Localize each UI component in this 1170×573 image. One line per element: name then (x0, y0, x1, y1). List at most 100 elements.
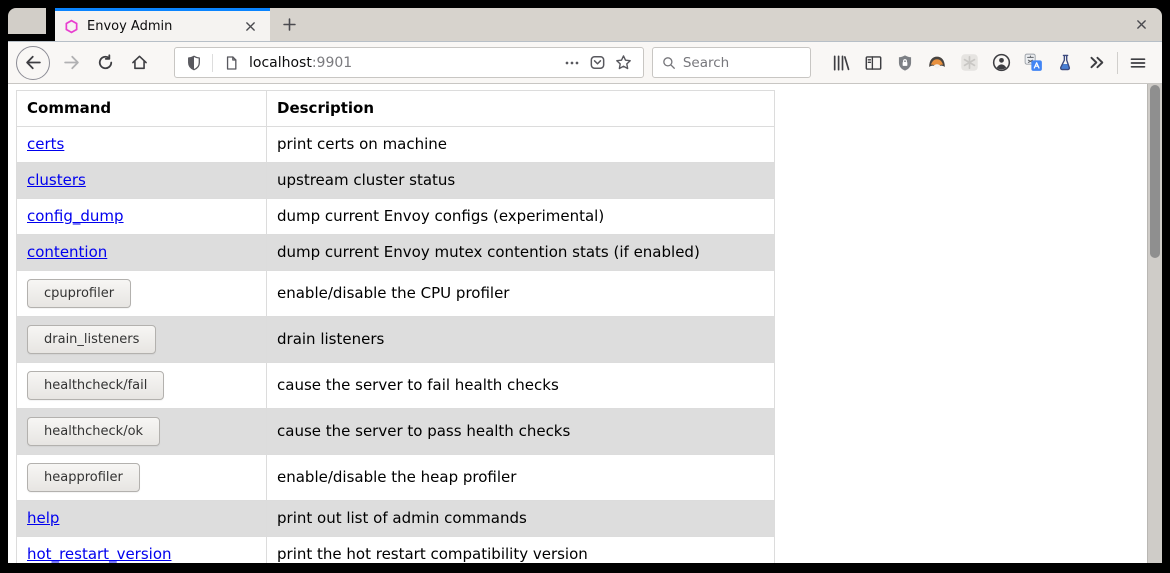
home-button[interactable] (126, 50, 152, 76)
command-link[interactable]: help (27, 509, 59, 527)
url-host: localhost (249, 55, 312, 71)
extension-disabled-icon (960, 53, 979, 72)
translate-button[interactable] (1019, 49, 1047, 77)
flask-button[interactable] (1051, 49, 1079, 77)
command-link[interactable]: contention (27, 243, 107, 261)
translate-icon (1024, 53, 1043, 72)
command-button[interactable]: drain_listeners (27, 325, 156, 354)
page-content: CommandDescription certs print certs on m… (8, 84, 1162, 563)
url-bar[interactable]: localhost:9901 (174, 47, 644, 78)
command-button[interactable]: healthcheck/fail (27, 371, 164, 400)
tab-title: Envoy Admin (87, 19, 231, 34)
back-button[interactable] (16, 46, 50, 80)
command-link[interactable]: hot_restart_version (27, 545, 172, 563)
toolbar-separator (1117, 52, 1118, 74)
envoy-hexagon-icon (64, 19, 79, 34)
command-button[interactable]: healthcheck/ok (27, 417, 160, 446)
bookmark-star-button[interactable] (613, 52, 635, 74)
description-cell: print out list of admin commands (267, 501, 775, 537)
command-cell: healthcheck/fail (17, 363, 267, 409)
url-port: :9901 (312, 55, 352, 71)
command-cell: healthcheck/ok (17, 409, 267, 455)
home-icon (131, 54, 148, 71)
urlbar-left-icons (183, 52, 242, 74)
column-header: Command (17, 91, 267, 127)
table-row: clustersupstream cluster status (17, 163, 775, 199)
divider (212, 54, 213, 72)
new-tab-button[interactable] (278, 14, 300, 36)
menu-icon (1129, 55, 1147, 71)
description-cell: enable/disable the heap profiler (267, 455, 775, 501)
page-button[interactable] (220, 52, 242, 74)
pocket-button[interactable] (587, 52, 609, 74)
command-cell: help (17, 501, 267, 537)
table-row: help print out list of admin commands (17, 501, 775, 537)
extension-disabled-button[interactable] (955, 49, 983, 77)
command-button[interactable]: cpuprofiler (27, 279, 131, 308)
plus-icon (282, 17, 297, 32)
browser-tab-envoy-admin[interactable]: Envoy Admin (55, 8, 270, 41)
scrollbar-thumb[interactable] (1150, 85, 1160, 258)
tab-close-button[interactable] (239, 15, 261, 37)
command-cell: drain_listeners (17, 317, 267, 363)
description-cell: drain listeners (267, 317, 775, 363)
description-cell: dump current Envoy configs (experimental… (267, 199, 775, 235)
vertical-scrollbar[interactable] (1147, 84, 1162, 563)
search-input[interactable] (683, 55, 801, 71)
toolbar-icon-group (827, 49, 1111, 77)
table-row: drain_listeners drain listeners (17, 317, 775, 363)
sidebar-icon (864, 54, 883, 72)
search-box[interactable] (652, 47, 811, 78)
shield-lock-icon (896, 54, 914, 72)
nav-button-group (16, 46, 152, 80)
forward-button[interactable] (58, 50, 84, 76)
command-cell: cpuprofiler (17, 271, 267, 317)
command-button[interactable]: heapprofiler (27, 463, 140, 492)
titlebar-spacer (8, 8, 46, 34)
command-link[interactable]: certs (27, 135, 64, 153)
tracking-shield-button[interactable] (183, 52, 205, 74)
bookmark-star-icon (615, 54, 632, 71)
overflow-chevron-button[interactable] (1083, 49, 1111, 77)
sidebar-button[interactable] (859, 49, 887, 77)
back-icon (25, 54, 42, 71)
command-link[interactable]: config_dump (27, 207, 124, 225)
forward-icon (63, 54, 80, 71)
search-icon (662, 56, 676, 70)
page-actions-button[interactable] (561, 52, 583, 74)
library-icon (832, 54, 851, 72)
command-table-head-row: CommandDescription (17, 91, 775, 127)
reload-button[interactable] (92, 50, 118, 76)
privacy-badger-button[interactable] (923, 49, 951, 77)
table-row: heapprofiler enable/disable the heap prof… (17, 455, 775, 501)
command-cell: certs (17, 127, 267, 163)
privacy-badger-icon (927, 53, 947, 72)
library-button[interactable] (827, 49, 855, 77)
window-close-button[interactable] (1130, 14, 1152, 36)
url-text: localhost:9901 (249, 55, 554, 71)
urlbar-right-icons (561, 52, 635, 74)
page-actions-icon (564, 55, 580, 71)
shield-lock-button[interactable] (891, 49, 919, 77)
account-button[interactable] (987, 49, 1015, 77)
menu-button[interactable] (1124, 49, 1152, 77)
table-row: healthcheck/okcause the server to pass h… (17, 409, 775, 455)
table-row: healthcheck/failcause the server to fail… (17, 363, 775, 409)
command-cell: config_dump (17, 199, 267, 235)
command-cell: hot_restart_version (17, 537, 267, 564)
close-icon (1135, 18, 1148, 31)
description-cell: print certs on machine (267, 127, 775, 163)
overflow-chevron-icon (1088, 54, 1106, 71)
tab-strip (270, 8, 1162, 41)
column-header: Description (267, 91, 775, 127)
command-cell: contention (17, 235, 267, 271)
navigation-toolbar: localhost:9901 (8, 41, 1162, 84)
table-row: config_dump dump current Envoy configs (e… (17, 199, 775, 235)
flask-icon (1056, 53, 1074, 72)
description-cell: dump current Envoy mutex contention stat… (267, 235, 775, 271)
description-cell: enable/disable the CPU profiler (267, 271, 775, 317)
close-icon (244, 20, 257, 33)
command-cell: heapprofiler (17, 455, 267, 501)
pocket-icon (589, 54, 606, 71)
command-link[interactable]: clusters (27, 171, 86, 189)
